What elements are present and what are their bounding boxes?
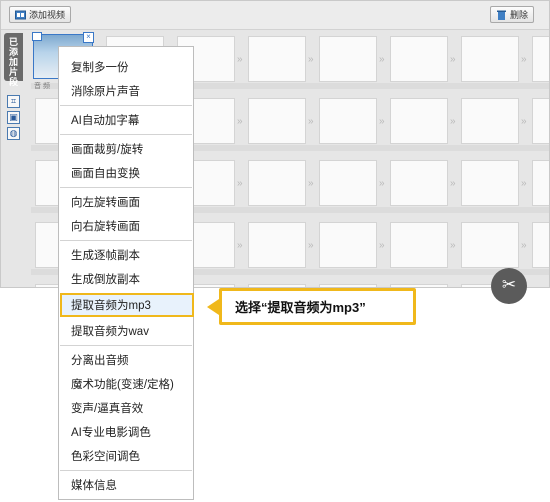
menu-item-extract-wav[interactable]: 提取音频为wav [71,323,149,339]
empty-slot [248,222,306,268]
double-chevron-right-icon: » [450,240,455,251]
double-chevron-right-icon: » [379,116,384,127]
menu-item-extract-mp3[interactable]: 提取音频为mp3 [60,293,194,317]
double-chevron-right-icon: » [237,240,242,251]
empty-slot [390,222,448,268]
audio-label: 音 频 [34,83,50,90]
double-chevron-right-icon: » [308,116,313,127]
menu-separator [60,105,192,106]
close-icon[interactable]: × [83,32,94,43]
double-chevron-right-icon: » [308,178,313,189]
double-chevron-right-icon: » [308,240,313,251]
empty-slot [390,98,448,144]
image-icon[interactable]: ▣ [7,111,20,124]
menu-item-extract-mp3-label: 提取音频为mp3 [71,300,151,312]
menu-item-ai-subtitles[interactable]: AI自动加字幕 [71,112,139,128]
film-icon [15,10,26,20]
add-video-label: 添加视频 [29,10,66,20]
empty-slot [248,284,306,287]
empty-slot [248,160,306,206]
empty-slot [248,98,306,144]
double-chevron-right-icon: » [450,178,455,189]
double-chevron-right-icon: » [450,116,455,127]
empty-slot [319,36,377,82]
menu-item-voice-effects[interactable]: 变声/逼真音效 [71,400,143,416]
menu-separator [60,187,192,188]
empty-slot [532,36,549,82]
tab-char: 加 [8,57,18,67]
menu-separator [60,470,192,471]
menu-item-crop-rotate[interactable]: 画面裁剪/旋转 [71,141,143,157]
empty-slot [248,36,306,82]
double-chevron-right-icon: » [521,116,526,127]
menu-item-separate-audio[interactable]: 分离出音频 [71,352,129,368]
tab-char: 段 [8,77,18,87]
tab-char: 片 [8,67,18,77]
menu-separator [60,134,192,135]
menu-item-free-transform[interactable]: 画面自由变换 [71,165,140,181]
menu-separator [60,345,192,346]
double-chevron-right-icon: » [237,178,242,189]
empty-slot [461,36,519,82]
double-chevron-right-icon: » [521,240,526,251]
added-clips-tab[interactable]: 已 添 加 片 段 [4,33,23,87]
menu-item-rotate-right[interactable]: 向右旋转画面 [71,218,140,234]
palette-icon[interactable]: ◍ [7,127,20,140]
empty-slot [319,98,377,144]
double-chevron-right-icon: » [237,116,242,127]
double-chevron-right-icon: » [521,178,526,189]
empty-slot [390,36,448,82]
empty-slot [319,222,377,268]
double-chevron-right-icon: » [308,54,313,65]
trash-icon [496,10,507,20]
empty-slot [319,160,377,206]
callout-pointer [207,299,219,315]
menu-item-remove-audio[interactable]: 消除原片声音 [71,83,140,99]
add-video-button[interactable]: 添加视频 [9,6,72,23]
clip-select-handle[interactable] [32,32,42,41]
empty-slot [319,284,377,287]
empty-slot [532,160,549,206]
menu-item-rotate-left[interactable]: 向左旋转画面 [71,194,140,210]
menu-separator [60,240,192,241]
context-menu: 复制多一份 消除原片声音 AI自动加字幕 画面裁剪/旋转 画面自由变换 向左旋转… [58,46,194,500]
empty-slot [461,160,519,206]
empty-slot [390,284,448,287]
menu-item-reverse-copy[interactable]: 生成倒放副本 [71,271,140,287]
menu-item-magic[interactable]: 魔术功能(变速/定格) [71,376,174,392]
empty-slot [390,160,448,206]
double-chevron-right-icon: » [450,54,455,65]
delete-button[interactable]: 删除 [490,6,535,23]
instruction-callout: 选择“提取音频为mp3” [219,288,416,325]
empty-slot [461,222,519,268]
double-chevron-right-icon: » [521,54,526,65]
menu-item-frame-copy[interactable]: 生成逐帧副本 [71,247,140,263]
double-chevron-right-icon: » [237,54,242,65]
menu-item-media-info[interactable]: 媒体信息 [71,477,117,493]
menu-item-duplicate[interactable]: 复制多一份 [71,59,129,75]
tab-char: 添 [8,47,18,57]
callout-text: 选择“提取音频为mp3” [235,300,366,315]
empty-slot [532,98,549,144]
toolbar: 添加视频 删除 [1,1,549,30]
menu-item-color-space[interactable]: 色彩空间调色 [71,448,140,464]
double-chevron-right-icon: » [379,178,384,189]
crop-icon[interactable]: ⌗ [7,95,20,108]
empty-slot [461,98,519,144]
delete-label: 删除 [510,10,529,20]
tab-char: 已 [8,37,18,47]
double-chevron-right-icon: » [379,54,384,65]
scissors-icon[interactable]: ✂ [491,268,527,304]
double-chevron-right-icon: » [379,240,384,251]
menu-item-ai-color-grade[interactable]: AI专业电影调色 [71,424,151,440]
empty-slot [532,222,549,268]
